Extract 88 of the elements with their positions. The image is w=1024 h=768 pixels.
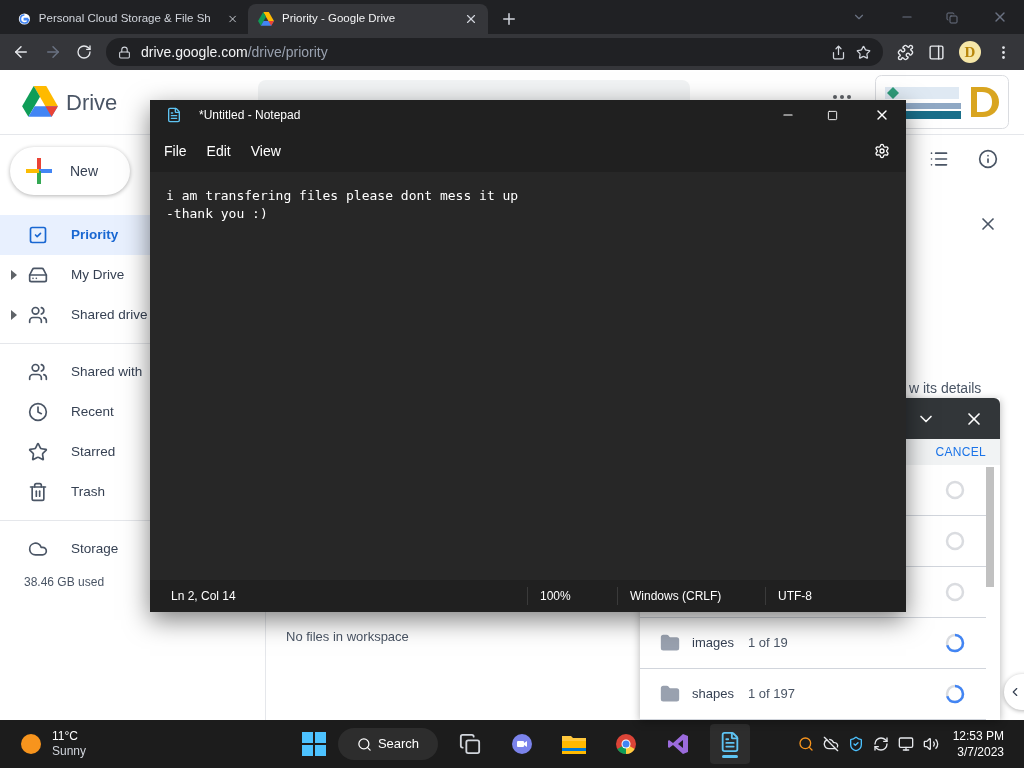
settings-icon[interactable] <box>874 143 890 159</box>
file-name: shapes <box>692 685 735 704</box>
sidebar-item[interactable]: Storage <box>0 529 150 569</box>
taskbar-app[interactable] <box>710 724 750 764</box>
window-title: *Untitled - Notepad <box>199 107 301 124</box>
volume-icon[interactable] <box>922 736 939 752</box>
folder-icon <box>660 684 680 704</box>
details-hint: w its details <box>909 379 982 398</box>
drive-logo-icon <box>22 86 58 118</box>
folder-icon <box>660 633 680 653</box>
weather-condition: Sunny <box>52 744 88 759</box>
url-text: drive.google.com/drive/priority <box>141 42 328 62</box>
side-panel-icon[interactable] <box>928 43 945 61</box>
trash-icon <box>28 482 48 502</box>
sidebar-item[interactable]: Shared drive <box>0 295 150 335</box>
sidebar-item[interactable]: Priority <box>0 215 150 255</box>
clock-date: 3/7/2023 <box>957 744 1004 760</box>
status-text: 100% <box>527 587 617 605</box>
text-area[interactable]: i am transfering files please dont mess it up -thank you :) <box>150 172 906 580</box>
close-icon[interactable] <box>464 12 478 26</box>
search-field[interactable] <box>258 80 690 100</box>
notepad-icon <box>719 730 741 753</box>
forward-icon[interactable] <box>44 43 62 61</box>
cloud-icon <box>28 539 48 559</box>
text-line: i am transfering files please dont mess it up <box>166 187 520 205</box>
taskbar-search[interactable]: Search <box>338 728 438 760</box>
shared-drive-icon <box>28 305 48 325</box>
list-view-icon[interactable] <box>929 149 949 169</box>
plus-icon <box>26 158 52 184</box>
sun-icon <box>20 733 42 755</box>
file-count: 1 of 19 <box>748 634 788 653</box>
sidebar-item[interactable]: Recent <box>0 392 150 432</box>
share-icon[interactable] <box>831 44 846 60</box>
clock-time: 12:53 PM <box>952 728 1004 744</box>
sidebar-item[interactable]: My Drive <box>0 255 150 295</box>
apps-icon[interactable] <box>833 95 851 99</box>
storage-usage: 38.46 GB used <box>24 574 106 591</box>
shield-icon[interactable] <box>847 736 864 752</box>
product-name: Drive <box>66 88 118 117</box>
back-icon[interactable] <box>12 43 30 61</box>
clock-icon <box>28 402 48 422</box>
file-count: 1 of 197 <box>748 685 795 704</box>
extensions-icon[interactable] <box>897 43 914 61</box>
new-button[interactable]: New <box>10 147 130 195</box>
expand-arrow-icon[interactable] <box>11 310 17 320</box>
restore-icon[interactable] <box>946 12 958 24</box>
chat-icon <box>511 733 533 755</box>
address-bar[interactable]: drive.google.com/drive/priority <box>106 38 883 66</box>
folder-icon <box>562 734 586 754</box>
sidebar-item[interactable]: Starred <box>0 432 150 472</box>
sidebar-item[interactable]: Shared with <box>0 352 150 392</box>
cloud-off-icon[interactable] <box>822 736 839 752</box>
info-icon[interactable] <box>978 149 998 169</box>
maximize-icon[interactable] <box>827 109 838 121</box>
new-tab-icon[interactable] <box>500 10 518 28</box>
expand-arrow-icon[interactable] <box>11 270 17 280</box>
chrome-icon <box>615 733 637 755</box>
sync-icon[interactable] <box>872 736 889 752</box>
browser-tab[interactable]: Personal Cloud Storage & File Sh <box>8 4 248 34</box>
search-icon <box>356 736 372 752</box>
active-indicator <box>722 754 738 758</box>
menu-item[interactable]: Edit <box>196 140 241 162</box>
file-name: images <box>692 634 735 653</box>
bookmark-star-icon[interactable] <box>856 44 871 60</box>
search-tray-icon[interactable] <box>797 736 814 752</box>
browser-tab[interactable]: Priority - Google Drive <box>248 4 488 34</box>
cancel-button[interactable]: CANCEL <box>935 443 986 462</box>
network-icon[interactable] <box>897 736 914 752</box>
status-text: Ln 2, Col 14 <box>170 588 237 605</box>
notepad-icon <box>166 107 182 123</box>
checkbox-icon <box>28 225 48 245</box>
star-icon <box>28 442 48 462</box>
temperature: 11°C <box>52 729 79 744</box>
visual-studio-icon <box>667 733 689 755</box>
text-line: -thank you :) <box>166 205 269 223</box>
people-icon <box>28 362 48 382</box>
reload-icon[interactable] <box>76 44 92 60</box>
drive-logo-icon <box>258 12 274 26</box>
sidebar-item[interactable]: Trash <box>0 472 150 512</box>
drive-icon <box>28 265 48 285</box>
status-text: Windows (CRLF) <box>617 587 765 605</box>
lock-icon <box>118 45 131 59</box>
menu-item[interactable]: View <box>240 140 291 162</box>
status-text: UTF-8 <box>765 587 812 605</box>
google-icon <box>18 11 31 27</box>
menu-item[interactable]: File <box>154 140 197 162</box>
empty-message: No files in workspace <box>286 628 409 646</box>
start-icon[interactable] <box>302 732 326 756</box>
